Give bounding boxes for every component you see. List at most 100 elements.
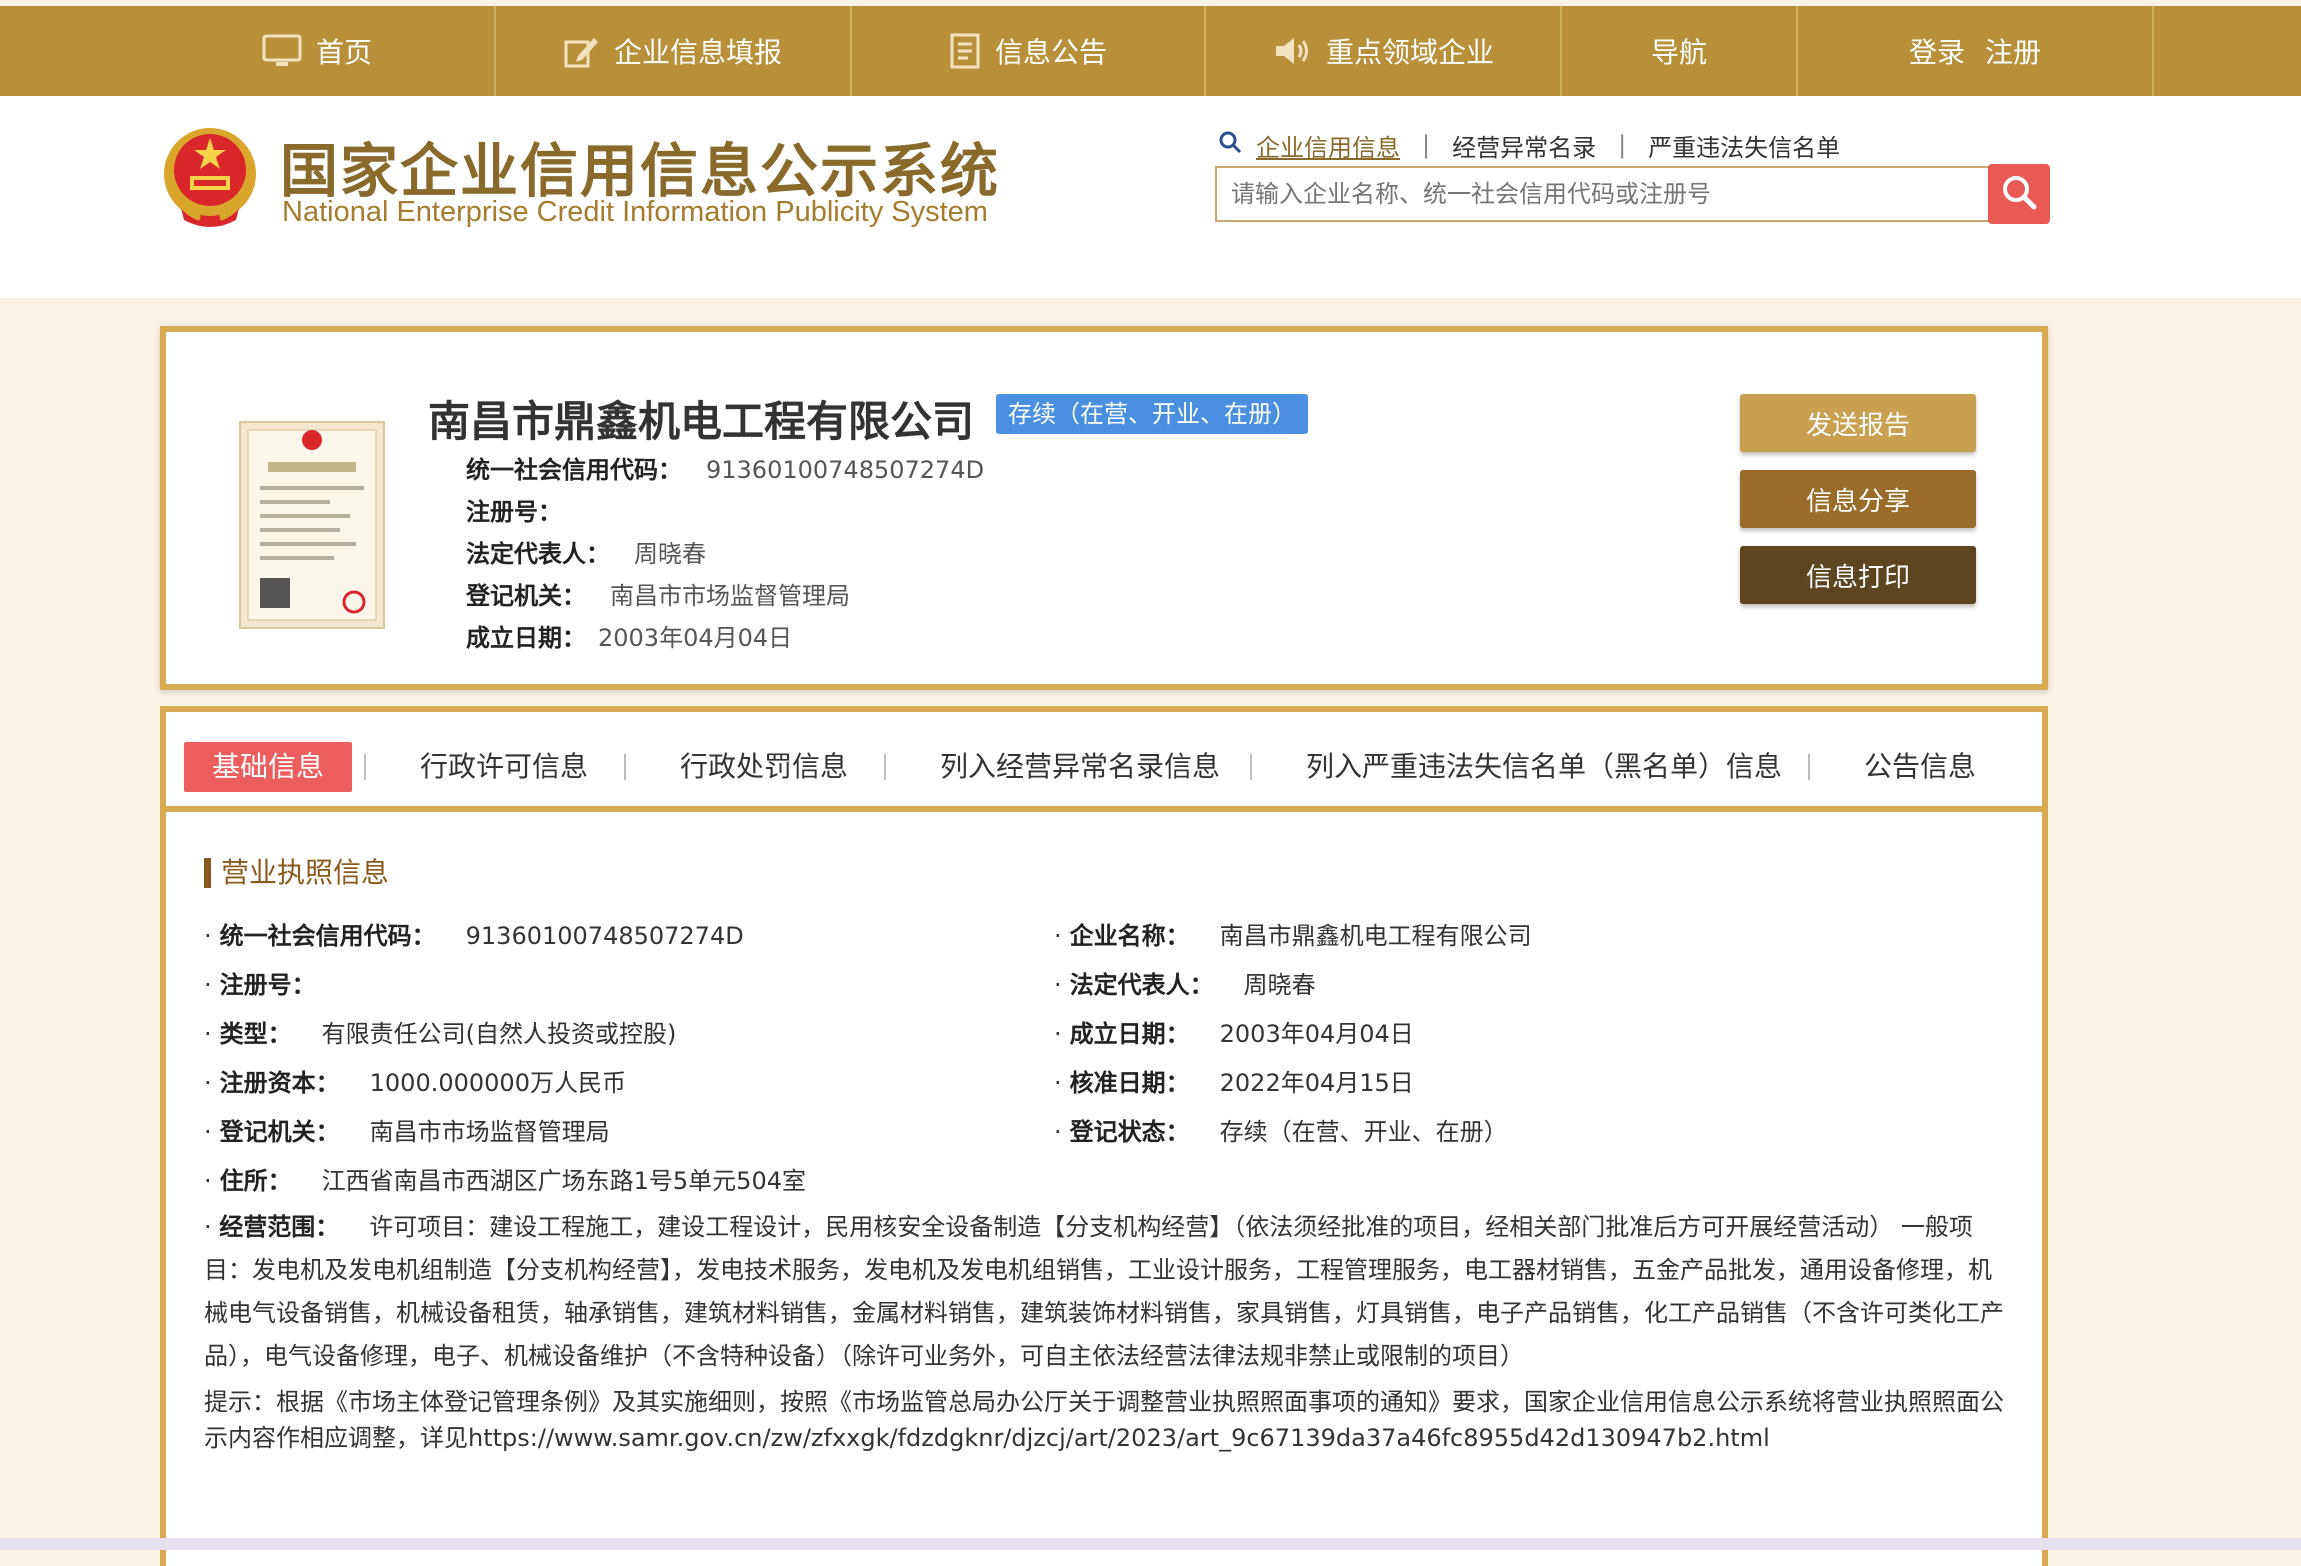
bullet: · [204,1167,212,1195]
document-icon [949,33,981,69]
site-header: 国家企业信用信息公示系统 National Enterprise Credit … [0,96,2301,298]
bullet: · [204,1020,212,1048]
send-report-button[interactable]: 发送报告 [1740,394,1976,452]
field-label: 法定代表人： [1069,971,1214,999]
nav-key-industry[interactable]: 重点领域企业 [1206,6,1562,96]
field-value: 2022年04月15日 [1219,1069,1414,1097]
legal-rep-row: 法定代表人： 周晓春 [466,534,706,569]
field-address: · 住所： 江西省南昌市西湖区广场东路1号5单元504室 [204,1161,806,1196]
field-value: 南昌市市场监督管理局 [369,1118,610,1146]
field-type: · 类型： 有限责任公司(自然人投资或控股) [204,1014,676,1049]
nav-notice-label: 信息公告 [994,36,1107,69]
divider: | [1422,131,1431,159]
magnifier-icon [2000,173,2038,215]
field-approved: · 核准日期： 2022年04月15日 [1054,1063,1414,1098]
field-label: 核准日期： [1069,1069,1190,1097]
bullet: · [1054,922,1062,950]
authority-value: 南昌市市场监督管理局 [610,582,850,610]
tab-announcements[interactable]: 公告信息 [1864,742,1976,792]
credit-code-row: 统一社会信用代码： 91360100748507274D [466,450,984,485]
scope-label: 经营范围： [219,1213,340,1241]
bullet: · [204,1118,212,1146]
window-bottom-edge [0,1538,2301,1550]
search-tab-abnormal[interactable]: 经营异常名录 [1452,128,1596,163]
field-reg-no: · 注册号： [204,965,346,1000]
search-input[interactable] [1217,168,2005,220]
bullet: · [204,1069,212,1097]
nav-key-industry-label: 重点领域企业 [1325,36,1494,69]
credit-code-label: 统一社会信用代码： [466,456,682,484]
bullet: · [204,971,212,999]
monitor-icon [262,34,302,68]
site-subtitle: National Enterprise Credit Information P… [282,196,988,228]
field-value: 2003年04月04日 [1219,1020,1414,1048]
field-authority: · 登记机关： 南昌市市场监督管理局 [204,1112,610,1147]
pen-icon [564,34,600,68]
field-value: 周晓春 [1243,971,1316,999]
share-button[interactable]: 信息分享 [1740,470,1976,528]
business-scope: · 经营范围： 许可项目：建设工程施工，建设工程设计，民用核安全设备制造【分支机构… [204,1206,2004,1378]
section-title: 营业执照信息 [204,858,389,888]
login-link[interactable]: 登录 [1909,31,1965,71]
established-row: 成立日期： 2003年04月04日 [466,618,792,653]
field-value: 存续（在营、开业、在册） [1219,1118,1508,1146]
field-label: 登记状态： [1069,1118,1190,1146]
field-label: 统一社会信用代码： [219,922,436,950]
search-tab-credit[interactable]: 企业信用信息 [1256,128,1400,163]
nav-home-label: 首页 [315,36,372,69]
authority-label: 登记机关： [466,582,586,610]
field-established: · 成立日期： 2003年04月04日 [1054,1014,1414,1049]
nav-auth: 登录 注册 [1798,6,2154,96]
nav-report[interactable]: 企业信息填报 [496,6,852,96]
field-label: 住所： [219,1167,292,1195]
bullet: · [204,922,212,950]
scope-text: 许可项目：建设工程施工，建设工程设计，民用核安全设备制造【分支机构经营】（依法须… [204,1213,2004,1370]
field-value: 有限责任公司(自然人投资或控股) [321,1020,677,1048]
field-value: 91360100748507274D [465,922,744,950]
tab-admin-license[interactable]: 行政许可信息 [420,742,588,792]
print-button[interactable]: 信息打印 [1740,546,1976,604]
nav-notice[interactable]: 信息公告 [852,6,1206,96]
nav-report-label: 企业信息填报 [613,36,782,69]
field-company-name: · 企业名称： 南昌市鼎鑫机电工程有限公司 [1054,916,1532,951]
bullet: · [1054,1020,1062,1048]
authority-row: 登记机关： 南昌市市场监督管理局 [466,576,850,611]
legal-rep-label: 法定代表人： [466,540,610,568]
nav-home[interactable]: 首页 [140,6,496,96]
divider: | [1618,131,1627,159]
speaker-icon [1272,35,1312,67]
credit-code-value: 91360100748507274D [706,456,985,484]
register-link[interactable]: 注册 [1985,31,2041,71]
detail-tabs: 基础信息 行政许可信息 行政处罚信息 列入经营异常名录信息 列入严重违法失信名单… [166,712,2042,812]
business-license-thumbnail[interactable] [238,420,386,630]
tab-divider [884,754,886,780]
tab-divider [364,754,366,780]
field-value: 南昌市鼎鑫机电工程有限公司 [1219,922,1532,950]
national-emblem-logo [160,124,260,232]
search-tab-blacklist[interactable]: 严重违法失信名单 [1648,128,1840,163]
field-label: 企业名称： [1069,922,1190,950]
field-capital: · 注册资本： 1000.000000万人民币 [204,1063,626,1098]
search-button[interactable] [1988,164,2050,224]
field-value: 1000.000000万人民币 [369,1069,626,1097]
field-legal-rep: · 法定代表人： 周晓春 [1054,965,1316,1000]
field-credit-code: · 统一社会信用代码： 91360100748507274D [204,916,744,951]
field-label: 成立日期： [1069,1020,1190,1048]
field-value: 江西省南昌市西湖区广场东路1号5单元504室 [321,1167,806,1195]
established-label: 成立日期： [466,624,586,652]
tab-basic-info[interactable]: 基础信息 [184,742,353,792]
nav-guide-label: 导航 [1650,36,1707,69]
status-badge: 存续（在营、开业、在册） [996,394,1308,434]
search-box [1215,166,2049,222]
bullet: · [1054,1118,1062,1146]
search-tab-magnifier-icon [1218,130,1242,160]
nav-guide[interactable]: 导航 [1562,6,1798,96]
established-value: 2003年04月04日 [598,624,793,652]
tab-abnormal-list[interactable]: 列入经营异常名录信息 [940,742,1220,792]
reg-no-label: 注册号： [466,498,562,526]
tab-admin-penalty[interactable]: 行政处罚信息 [680,742,848,792]
tab-divider [1250,754,1252,780]
bullet: · [1054,971,1062,999]
field-label: 注册资本： [219,1069,340,1097]
tab-blacklist[interactable]: 列入严重违法失信名单（黑名单）信息 [1306,742,1782,792]
